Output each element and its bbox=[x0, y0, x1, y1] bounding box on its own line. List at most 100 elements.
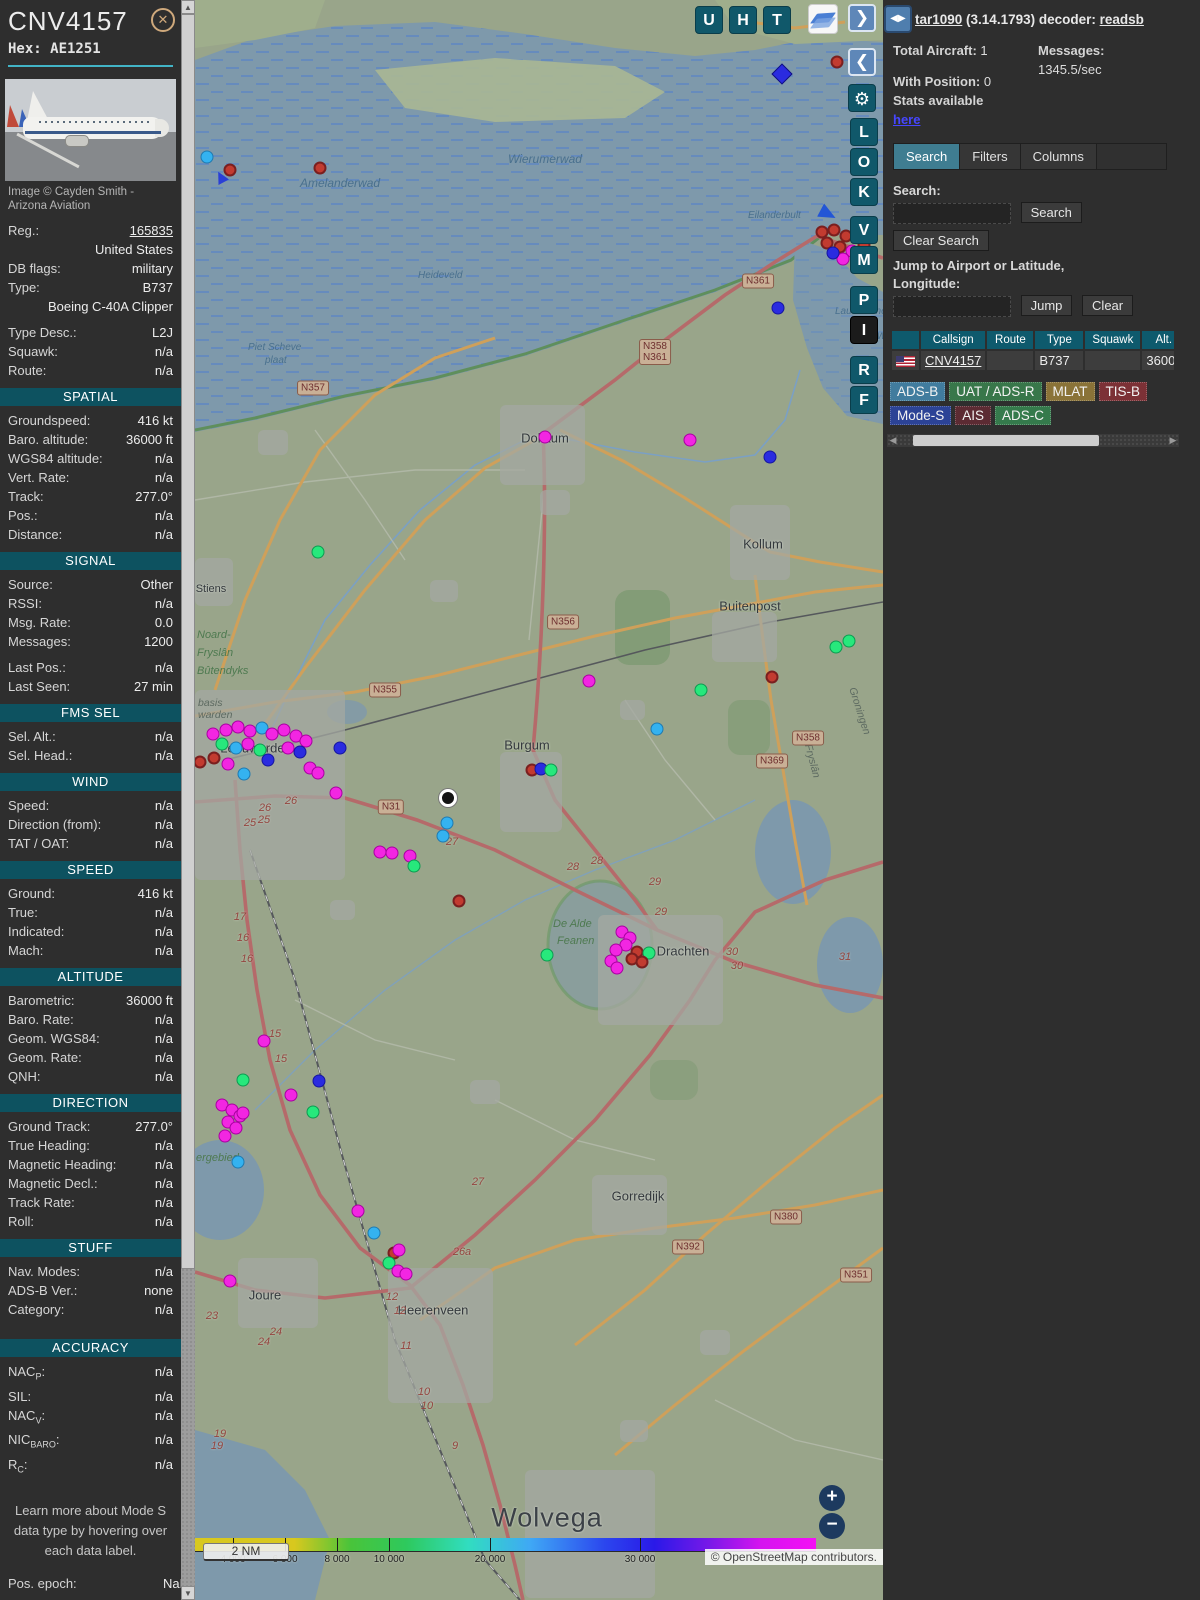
readsb-link[interactable]: readsb bbox=[1100, 12, 1144, 27]
column-header[interactable]: Callsign bbox=[921, 331, 986, 350]
scroll-left-icon[interactable]: ◀ bbox=[887, 434, 899, 447]
history-dot-red[interactable] bbox=[830, 55, 844, 69]
history-dot-magenta[interactable] bbox=[610, 961, 624, 975]
source-chip-ads-c[interactable]: ADS-C bbox=[995, 406, 1052, 426]
history-dot-green[interactable] bbox=[215, 737, 229, 751]
history-dot-magenta[interactable] bbox=[236, 1106, 250, 1120]
history-dot-magenta[interactable] bbox=[223, 1274, 237, 1288]
hscroll-thumb[interactable] bbox=[913, 435, 1099, 447]
map-button-r[interactable]: R bbox=[850, 356, 878, 384]
close-icon[interactable]: ✕ bbox=[151, 8, 175, 32]
history-dot-red[interactable] bbox=[635, 955, 649, 969]
history-dot-red[interactable] bbox=[207, 751, 221, 765]
history-dot-blue[interactable] bbox=[312, 1074, 326, 1088]
search-button[interactable]: Search bbox=[1020, 202, 1082, 223]
map-button-m[interactable]: M bbox=[850, 246, 878, 274]
map-button-k[interactable]: K bbox=[850, 178, 878, 206]
zoom-out-button[interactable]: − bbox=[819, 1513, 845, 1539]
selected-aircraft-marker[interactable] bbox=[439, 789, 457, 807]
table-row[interactable]: CNV4157 B737 36000 bbox=[892, 351, 1174, 371]
map-button-u[interactable]: U bbox=[695, 6, 723, 34]
column-header[interactable] bbox=[892, 331, 919, 350]
history-dot-blue[interactable] bbox=[771, 301, 785, 315]
source-chip-ais[interactable]: AIS bbox=[955, 406, 992, 426]
sidebar-expand-button[interactable]: ❯ bbox=[848, 4, 876, 32]
history-dot-magenta[interactable] bbox=[385, 846, 399, 860]
history-dot-cyan[interactable] bbox=[440, 816, 454, 830]
map-button-o[interactable]: O bbox=[850, 148, 878, 176]
map-button-v[interactable]: V bbox=[850, 216, 878, 244]
zoom-in-button[interactable]: + bbox=[819, 1485, 845, 1511]
history-dot-cyan[interactable] bbox=[200, 150, 214, 164]
scrollbar-thumb[interactable] bbox=[181, 14, 195, 1269]
history-dot-magenta[interactable] bbox=[257, 1034, 271, 1048]
history-dot-green[interactable] bbox=[544, 763, 558, 777]
map[interactable]: LeeuwardenDokkumKollumBuitenpostBurgumDr… bbox=[195, 0, 883, 1600]
map-button-p[interactable]: P bbox=[850, 286, 878, 314]
history-dot-cyan[interactable] bbox=[367, 1226, 381, 1240]
detail-value[interactable]: 165835 bbox=[130, 221, 173, 240]
source-chip-tis-b[interactable]: TIS-B bbox=[1098, 382, 1148, 402]
map-button-l[interactable]: L bbox=[850, 118, 878, 146]
history-dot-cyan[interactable] bbox=[650, 722, 664, 736]
history-dot-magenta[interactable] bbox=[351, 1204, 365, 1218]
history-dot-magenta[interactable] bbox=[229, 1121, 243, 1135]
clear-search-button[interactable]: Clear Search bbox=[893, 230, 989, 252]
column-header[interactable]: Type bbox=[1035, 331, 1084, 350]
scroll-down-icon[interactable]: ▼ bbox=[181, 1586, 195, 1600]
tab-search[interactable]: Search bbox=[894, 144, 961, 169]
history-dot-cyan[interactable] bbox=[436, 829, 450, 843]
map-attribution[interactable]: © OpenStreetMap contributors. bbox=[704, 1549, 883, 1565]
history-dot-blue[interactable] bbox=[763, 450, 777, 464]
history-dot-magenta[interactable] bbox=[392, 1243, 406, 1257]
map-button-f[interactable]: F bbox=[850, 386, 878, 414]
callsign-link[interactable]: CNV4157 bbox=[925, 353, 981, 368]
history-dot-blue[interactable] bbox=[333, 741, 347, 755]
jump-input[interactable] bbox=[893, 296, 1011, 318]
history-dot-blue[interactable] bbox=[293, 745, 307, 759]
panel-toggle-button[interactable]: ◀▶ bbox=[884, 5, 912, 33]
map-button-t[interactable]: T bbox=[763, 6, 791, 34]
history-dot-blue[interactable] bbox=[826, 246, 840, 260]
history-dot-green[interactable] bbox=[306, 1105, 320, 1119]
tab-filters[interactable]: Filters bbox=[960, 144, 1021, 169]
tab-columns[interactable]: Columns bbox=[1020, 144, 1097, 169]
here-link[interactable]: here bbox=[893, 112, 920, 127]
history-dot-magenta[interactable] bbox=[221, 757, 235, 771]
clear-button[interactable]: Clear bbox=[1082, 295, 1134, 317]
gear-icon[interactable]: ⚙ bbox=[848, 84, 876, 112]
source-chip-uat-ads-r[interactable]: UAT / ADS-R bbox=[949, 382, 1042, 402]
aircraft-photo[interactable] bbox=[5, 79, 176, 181]
history-dot-magenta[interactable] bbox=[311, 766, 325, 780]
history-dot-red[interactable] bbox=[765, 670, 779, 684]
history-dot-cyan[interactable] bbox=[231, 1155, 245, 1169]
history-dot-red[interactable] bbox=[223, 163, 237, 177]
scroll-right-icon[interactable]: ▶ bbox=[1167, 434, 1179, 447]
history-dot-green[interactable] bbox=[842, 634, 856, 648]
history-dot-red[interactable] bbox=[452, 894, 466, 908]
jump-button[interactable]: Jump bbox=[1020, 295, 1073, 317]
scroll-up-icon[interactable]: ▲ bbox=[181, 0, 195, 14]
history-dot-magenta[interactable] bbox=[218, 1129, 232, 1143]
history-dot-magenta[interactable] bbox=[582, 674, 596, 688]
history-dot-green[interactable] bbox=[829, 640, 843, 654]
history-dot-magenta[interactable] bbox=[399, 1267, 413, 1281]
left-scrollbar[interactable]: ▲ ▼ bbox=[181, 0, 195, 1600]
history-dot-blue[interactable] bbox=[261, 753, 275, 767]
column-header[interactable]: Alt. (ft) bbox=[1142, 331, 1174, 350]
sidebar-collapse-button[interactable]: ❮ bbox=[848, 48, 876, 76]
layers-icon[interactable] bbox=[808, 4, 838, 34]
source-chip-ads-b[interactable]: ADS-B bbox=[890, 382, 946, 402]
history-dot-green[interactable] bbox=[407, 859, 421, 873]
history-dot-cyan[interactable] bbox=[237, 767, 251, 781]
table-horizontal-scrollbar[interactable]: ◀ ▶ bbox=[887, 434, 1179, 448]
column-header[interactable]: Route bbox=[987, 331, 1034, 350]
tar1090-link[interactable]: tar1090 bbox=[915, 12, 962, 27]
source-chip-mlat[interactable]: MLAT bbox=[1045, 382, 1095, 402]
map-button-i[interactable]: I bbox=[850, 316, 878, 344]
history-dot-green[interactable] bbox=[311, 545, 325, 559]
history-dot-green[interactable] bbox=[540, 948, 554, 962]
history-dot-magenta[interactable] bbox=[329, 786, 343, 800]
history-dot-green[interactable] bbox=[694, 683, 708, 697]
search-input[interactable] bbox=[893, 203, 1011, 225]
